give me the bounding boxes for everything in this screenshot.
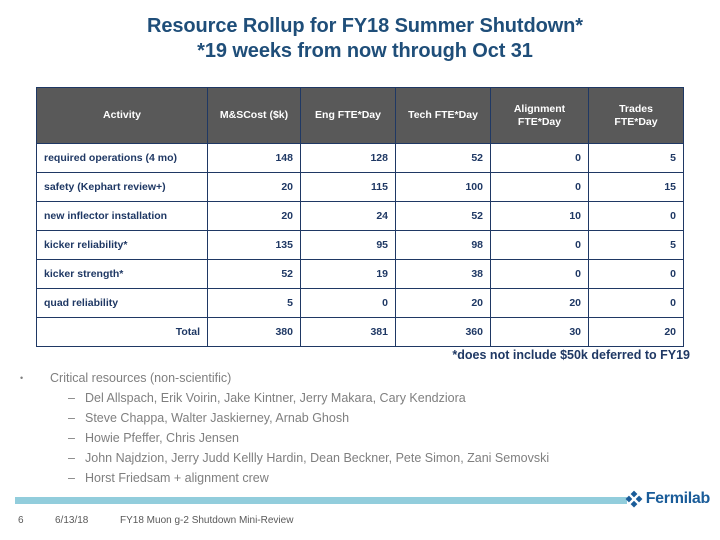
cell-activity: quad reliability <box>36 288 208 318</box>
cell-trades-fte: 0 <box>588 288 684 318</box>
table-row: quad reliability 5 0 20 20 0 <box>36 288 684 318</box>
dash-marker-icon: – <box>68 451 75 465</box>
table-row: new inflector installation 20 24 52 10 0 <box>36 201 684 231</box>
table-row: kicker reliability* 135 95 98 0 5 <box>36 230 684 260</box>
fermilab-logo-text: Fermilab <box>645 490 711 507</box>
cell-eng-fte: 0 <box>300 288 396 318</box>
cell-ms-cost: 148 <box>207 143 301 173</box>
cell-eng-fte: 95 <box>300 230 396 260</box>
column-header-eng-fte: Eng FTE*Day <box>300 87 396 144</box>
table-header-row: Activity M&SCost ($k) Eng FTE*Day Tech F… <box>36 87 684 144</box>
cell-eng-fte: 115 <box>300 172 396 202</box>
list-item: – Steve Chappa, Walter Jaskierney, Arnab… <box>0 408 720 428</box>
cell-total-ms-cost: 380 <box>207 317 301 347</box>
cell-eng-fte: 24 <box>300 201 396 231</box>
cell-total-label: Total <box>36 317 208 347</box>
dash-marker-icon: – <box>68 391 75 405</box>
bullet-marker-icon: • <box>20 373 24 383</box>
column-header-trades-fte: Trades FTE*Day <box>588 87 684 144</box>
table-total-row: Total 380 381 360 30 20 <box>36 317 684 347</box>
list-item: – John Najdzion, Jerry Judd Kellly Hardi… <box>0 448 720 468</box>
cell-total-tech-fte: 360 <box>395 317 491 347</box>
list-item: – Howie Pfeffer, Chris Jensen <box>0 428 720 448</box>
cell-alignment-fte: 10 <box>490 201 589 231</box>
cell-trades-fte: 0 <box>588 201 684 231</box>
cell-trades-fte: 5 <box>588 143 684 173</box>
cell-trades-fte: 0 <box>588 259 684 289</box>
fermilab-logo-icon <box>625 490 643 508</box>
resource-rollup-table: Activity M&SCost ($k) Eng FTE*Day Tech F… <box>36 87 684 347</box>
cell-total-trades-fte: 20 <box>588 317 684 347</box>
cell-alignment-fte: 0 <box>490 172 589 202</box>
page-title: Resource Rollup for FY18 Summer Shutdown… <box>0 14 720 64</box>
list-item-label: John Najdzion, Jerry Judd Kellly Hardin,… <box>85 451 550 465</box>
cell-alignment-fte: 0 <box>490 230 589 260</box>
list-item-label: Del Allspach, Erik Voirin, Jake Kintner,… <box>85 391 466 405</box>
cell-tech-fte: 100 <box>395 172 491 202</box>
cell-activity: kicker reliability* <box>36 230 208 260</box>
cell-tech-fte: 52 <box>395 201 491 231</box>
table-row: required operations (4 mo) 148 128 52 0 … <box>36 143 684 173</box>
column-header-ms-cost: M&SCost ($k) <box>207 87 301 144</box>
column-header-trades-line-1: Trades <box>619 102 653 115</box>
cell-ms-cost: 52 <box>207 259 301 289</box>
footer-title: FY18 Muon g-2 Shutdown Mini-Review <box>120 515 294 526</box>
cell-total-alignment-fte: 30 <box>490 317 589 347</box>
cell-tech-fte: 38 <box>395 259 491 289</box>
column-header-trades-line-2: FTE*Day <box>614 115 658 128</box>
page-title-line-2: *19 weeks from now through Oct 31 <box>197 40 533 62</box>
cell-activity: required operations (4 mo) <box>36 143 208 173</box>
list-item-label: Horst Friedsam + alignment crew <box>85 471 269 485</box>
cell-ms-cost: 20 <box>207 172 301 202</box>
column-header-tech-fte: Tech FTE*Day <box>395 87 491 144</box>
table-footnote: *does not include $50k deferred to FY19 <box>452 348 690 362</box>
cell-activity: new inflector installation <box>36 201 208 231</box>
cell-alignment-fte: 20 <box>490 288 589 318</box>
page-number: 6 <box>18 515 24 526</box>
cell-ms-cost: 5 <box>207 288 301 318</box>
list-item-label: Critical resources (non-scientific) <box>50 371 232 385</box>
cell-tech-fte: 98 <box>395 230 491 260</box>
list-item: – Horst Friedsam + alignment crew <box>0 468 720 488</box>
column-header-alignment-line-2: FTE*Day <box>517 115 562 128</box>
cell-eng-fte: 19 <box>300 259 396 289</box>
dash-marker-icon: – <box>68 431 75 445</box>
footer-divider-bar <box>15 497 627 504</box>
fermilab-logo: Fermilab <box>625 490 710 508</box>
cell-activity: safety (Kephart review+) <box>36 172 208 202</box>
cell-alignment-fte: 0 <box>490 259 589 289</box>
page-title-line-1: Resource Rollup for FY18 Summer Shutdown… <box>147 15 583 37</box>
cell-eng-fte: 128 <box>300 143 396 173</box>
cell-alignment-fte: 0 <box>490 143 589 173</box>
column-header-alignment-line-1: Alignment <box>513 102 566 115</box>
cell-tech-fte: 20 <box>395 288 491 318</box>
column-header-alignment-fte: Alignment FTE*Day <box>490 87 589 144</box>
list-item: • Critical resources (non-scientific) <box>0 368 720 388</box>
list-item: – Del Allspach, Erik Voirin, Jake Kintne… <box>0 388 720 408</box>
footer: 6 6/13/18 FY18 Muon g-2 Shutdown Mini-Re… <box>0 512 720 530</box>
cell-tech-fte: 52 <box>395 143 491 173</box>
dash-marker-icon: – <box>68 411 75 425</box>
cell-trades-fte: 15 <box>588 172 684 202</box>
bullet-list: • Critical resources (non-scientific) – … <box>0 368 720 488</box>
table-row: kicker strength* 52 19 38 0 0 <box>36 259 684 289</box>
footer-date: 6/13/18 <box>55 515 89 526</box>
table-row: safety (Kephart review+) 20 115 100 0 15 <box>36 172 684 202</box>
list-item-label: Howie Pfeffer, Chris Jensen <box>85 431 240 445</box>
list-item-label: Steve Chappa, Walter Jaskierney, Arnab G… <box>85 411 350 425</box>
dash-marker-icon: – <box>68 471 75 485</box>
cell-activity: kicker strength* <box>36 259 208 289</box>
cell-ms-cost: 135 <box>207 230 301 260</box>
cell-total-eng-fte: 381 <box>300 317 396 347</box>
cell-ms-cost: 20 <box>207 201 301 231</box>
cell-trades-fte: 5 <box>588 230 684 260</box>
column-header-activity: Activity <box>36 87 208 144</box>
